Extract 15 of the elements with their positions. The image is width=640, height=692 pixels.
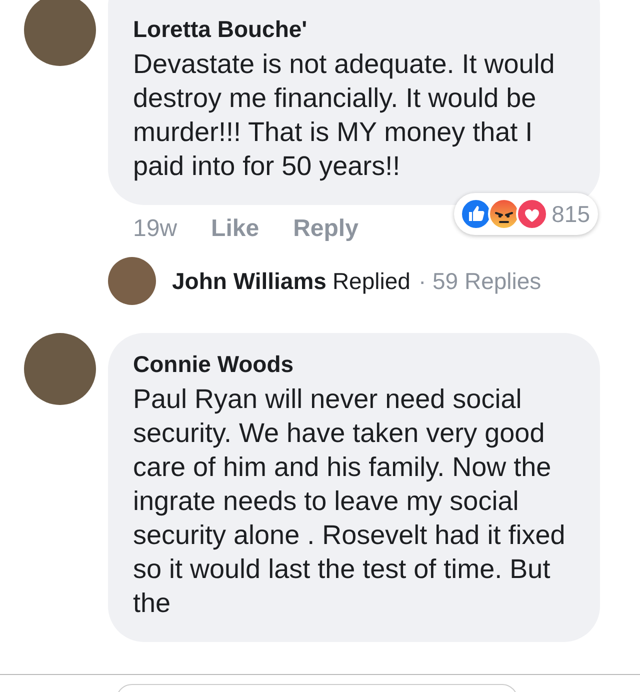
comment-action-link[interactable]: Like — [211, 215, 260, 243]
comment-text: Devastate is not adequate. It would destroy me financially. It would be murder!!! That is MY money that I paid into for 50 years!! — [133, 48, 556, 183]
comment-author[interactable]: Loretta Bouche' — [133, 16, 576, 43]
replies-count-link[interactable]: · 59 Replies — [418, 268, 542, 294]
avatar-photo-placeholder[interactable] — [108, 257, 156, 305]
comment-text: Paul Ryan will never need social security. We have taken very good care of him and his family. Now the ingrate needs to leave my social security alone . Rosevelt had it fixed so it would last the test of time. But the — [133, 383, 566, 620]
thumbs-up-icon — [460, 198, 492, 230]
angry-face-icon — [488, 198, 520, 230]
comment-author[interactable]: Connie Woods — [133, 351, 576, 378]
reply-verb: Replied — [332, 268, 410, 294]
reaction-count: 815 — [552, 200, 590, 228]
reactions-pill[interactable]: 815 — [454, 193, 598, 235]
reply-author[interactable]: John Williams — [172, 268, 326, 294]
comment-action-link[interactable]: Reply — [293, 215, 358, 243]
comment-time: 19w — [133, 215, 178, 243]
